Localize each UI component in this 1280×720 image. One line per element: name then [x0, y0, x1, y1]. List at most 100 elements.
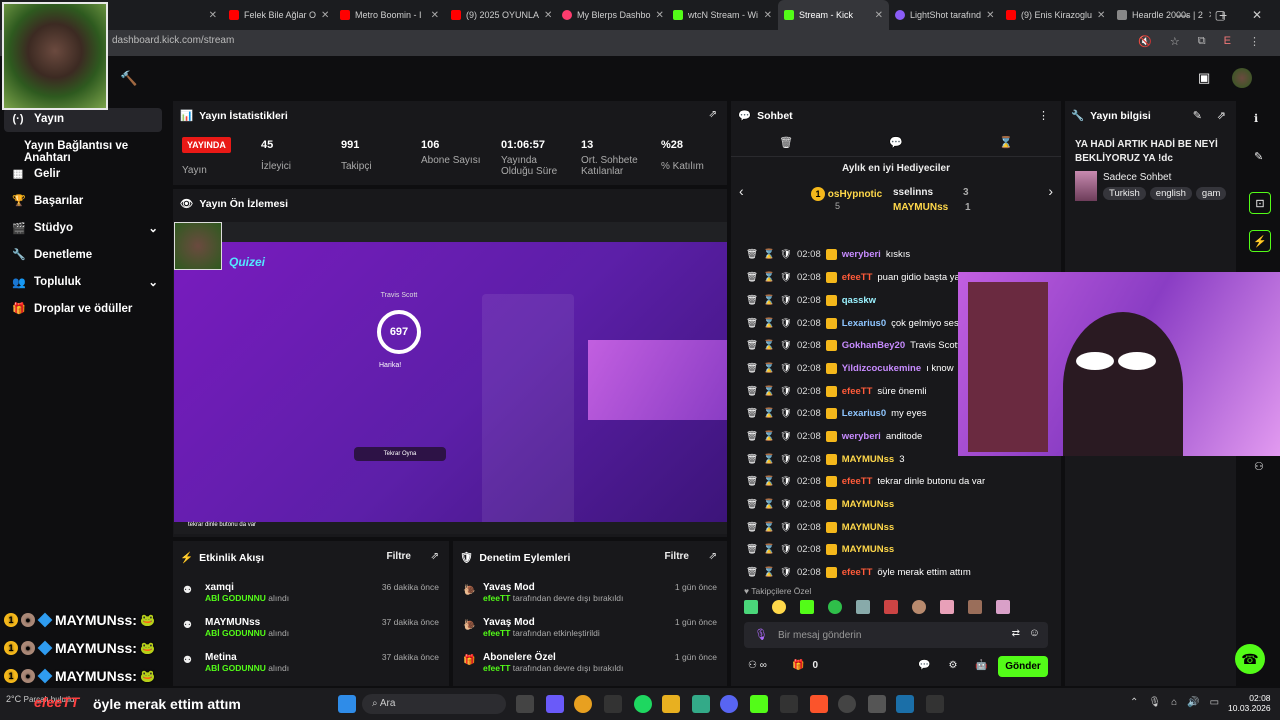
message-icon[interactable]: 💬 — [889, 136, 903, 149]
browser-tab[interactable]: (9) 2025 OYUNLA ✕ — [445, 0, 556, 30]
sidebar-item-basarilar[interactable]: 🏆 Başarılar — [12, 194, 83, 208]
message-user[interactable]: MAYMUNss — [842, 499, 894, 510]
hourglass-icon[interactable]: ⌛ — [763, 340, 775, 351]
emote-icon[interactable] — [912, 600, 926, 614]
translate-icon[interactable]: ⇄ — [1012, 628, 1020, 639]
sidebar-item-yayin[interactable]: (·) Yayın — [12, 113, 65, 125]
filter-button[interactable]: Filtre — [665, 551, 689, 562]
extensions-icon[interactable]: ⧉ — [1198, 35, 1206, 48]
trash-icon[interactable]: 🗑 — [746, 454, 758, 465]
more-icon[interactable]: ⋮ — [1038, 109, 1049, 122]
windows-start-icon[interactable] — [338, 695, 356, 713]
category-name[interactable]: Sadece Sohbet — [1103, 172, 1171, 183]
stream-preview[interactable]: Quizei Travis Scott 697 Harika! Tekrar O… — [174, 222, 727, 534]
shield-icon[interactable]: 🛡 — [780, 522, 792, 533]
sidebar-item-gelir[interactable]: ▦ Gelir — [12, 167, 60, 181]
message-user[interactable]: weryberi — [842, 249, 881, 260]
shield-icon[interactable]: 🛡 — [780, 544, 792, 555]
shield-icon[interactable]: 🛡 — [780, 249, 792, 260]
message-user[interactable]: GokhanBey20 — [842, 340, 905, 351]
hourglass-icon[interactable]: ⌛ — [763, 386, 775, 397]
avatar[interactable] — [1232, 68, 1252, 88]
hourglass-icon[interactable]: ⌛ — [763, 295, 775, 306]
bolt-icon[interactable]: ⚡ — [1249, 230, 1271, 252]
popout-icon[interactable]: ⇗ — [709, 551, 717, 562]
chat-message[interactable]: 🗑 ⌛ 🛡 02:08 MAYMUNss — [746, 522, 899, 533]
chat-message[interactable]: 🗑 ⌛ 🛡 02:08 weryberi anditode — [746, 431, 922, 442]
trash-icon[interactable]: 🗑 — [746, 363, 758, 374]
url-text[interactable]: dashboard.kick.com/stream — [112, 35, 234, 46]
trash-icon[interactable]: 🗑 — [746, 386, 758, 397]
hourglass-icon[interactable]: ⌛ — [763, 363, 775, 374]
trash-icon[interactable]: 🗑 — [746, 295, 758, 306]
bookmark-star-icon[interactable]: ☆ — [1170, 35, 1180, 48]
shield-icon[interactable]: 🛡 — [780, 386, 792, 397]
message-user[interactable]: MAYMUNss — [842, 522, 894, 533]
steam-icon[interactable] — [896, 695, 914, 713]
close-icon[interactable]: ✕ — [986, 10, 994, 21]
terminal-icon[interactable] — [926, 695, 944, 713]
hourglass-icon[interactable]: ⌛ — [763, 567, 775, 578]
emote-icon[interactable] — [828, 600, 842, 614]
shield-icon[interactable]: 🛡 — [780, 567, 792, 578]
browser-tab[interactable]: Metro Boomin - I ✕ — [334, 0, 445, 30]
taskbar-search[interactable]: ⌕ Ara — [362, 694, 506, 714]
trash-icon[interactable]: 🗑 — [746, 544, 758, 555]
theatre-mode-icon[interactable]: ▣ — [1198, 70, 1210, 86]
trash-icon[interactable]: 🗑 — [746, 431, 758, 442]
pencil-icon[interactable]: ✎ — [1254, 150, 1263, 163]
shield-icon[interactable]: 🛡 — [780, 408, 792, 419]
browser-tab[interactable]: ✕ — [112, 0, 223, 30]
shield-icon[interactable]: 🛡 — [780, 272, 792, 283]
app-icon[interactable] — [868, 695, 886, 713]
emote-icon[interactable] — [800, 600, 814, 614]
chat-message[interactable]: 🗑 ⌛ 🛡 02:08 weryberi kıskıs — [746, 249, 910, 260]
close-icon[interactable]: ✕ — [321, 10, 329, 21]
chat-message[interactable]: 🗑 ⌛ 🛡 02:08 MAYMUNss — [746, 544, 899, 555]
close-icon[interactable]: ✕ — [209, 10, 217, 21]
copilot-icon[interactable] — [546, 695, 564, 713]
spotify-icon[interactable] — [634, 695, 652, 713]
chat-message[interactable]: 🗑 ⌛ 🛡 02:08 Yildizcocukemine ı know — [746, 363, 954, 374]
bot-icon[interactable]: 🤖 — [975, 660, 987, 671]
emote-icon[interactable] — [884, 600, 898, 614]
browser-tab[interactable]: My Blerps Dashbo ✕ — [556, 0, 667, 30]
hourglass-icon[interactable]: ⌛ — [763, 499, 775, 510]
shield-icon[interactable]: 🛡 — [780, 340, 792, 351]
trash-icon[interactable]: 🗑 — [779, 136, 793, 149]
message-user[interactable]: MAYMUNss — [842, 544, 894, 555]
task-view-icon[interactable] — [516, 695, 534, 713]
close-window-icon[interactable]: ✕ — [1252, 8, 1262, 22]
message-user[interactable]: Lexarius0 — [842, 408, 886, 419]
browser-tab[interactable]: (9) Enis Kirazoglu ✕ — [1000, 0, 1111, 30]
hourglass-icon[interactable]: ⌛ — [763, 408, 775, 419]
chat-message[interactable]: 🗑 ⌛ 🛡 02:08 efeeTT öyle merak ettim attım — [746, 567, 971, 578]
microphone-icon[interactable]: 🎙 — [754, 628, 768, 641]
trash-icon[interactable]: 🗑 — [746, 567, 758, 578]
shield-icon[interactable]: 🛡 — [780, 499, 792, 510]
sidebar-item-denetleme[interactable]: 🔧 Denetleme — [12, 248, 92, 262]
profile-icon[interactable]: E — [1224, 35, 1231, 48]
support-button[interactable]: ☎ — [1235, 644, 1265, 674]
sidebar-item-studyo[interactable]: 🎬 Stüdyo ⌄ — [12, 221, 158, 235]
shield-icon[interactable]: 🛡 — [780, 476, 792, 487]
chrome-icon[interactable] — [574, 695, 592, 713]
chat-message[interactable]: 🗑 ⌛ 🛡 02:08 Lexarius0 çok gelmiyo ses — [746, 318, 959, 329]
shield-icon[interactable]: 🛡 — [780, 431, 792, 442]
shield-icon[interactable]: 🛡 — [780, 454, 792, 465]
chat-message[interactable]: 🗑 ⌛ 🛡 02:08 efeeTT tekrar dinle butonu da var — [746, 476, 985, 487]
shield-icon[interactable]: 🛡 — [780, 295, 792, 306]
category-thumbnail[interactable] — [1075, 171, 1097, 201]
trash-icon[interactable]: 🗑 — [746, 499, 758, 510]
close-icon[interactable]: ✕ — [656, 10, 664, 21]
hourglass-icon[interactable]: ⌛ — [763, 544, 775, 555]
app-icon[interactable] — [692, 695, 710, 713]
emote-icon[interactable] — [856, 600, 870, 614]
emote-icon[interactable] — [996, 600, 1010, 614]
close-icon[interactable]: ✕ — [544, 10, 552, 21]
message-user[interactable]: efeeTT — [842, 386, 873, 397]
popout-icon[interactable]: ⇗ — [431, 551, 439, 562]
hourglass-icon[interactable]: ⌛ — [763, 431, 775, 442]
info-icon[interactable]: ℹ — [1254, 112, 1258, 125]
emote-icon[interactable] — [940, 600, 954, 614]
